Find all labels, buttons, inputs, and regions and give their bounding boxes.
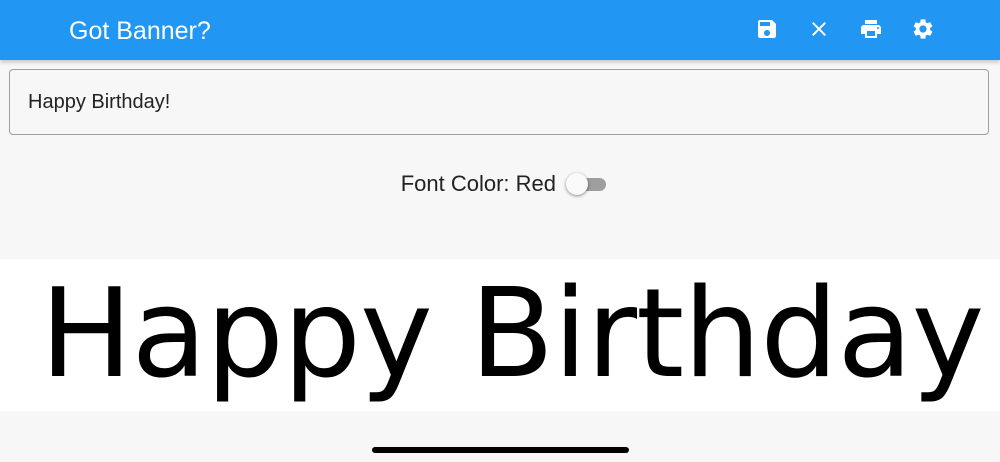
- print-icon: [861, 20, 881, 38]
- close-icon: [812, 22, 826, 36]
- save-button[interactable]: [754, 16, 780, 42]
- font-color-label: Font Color: Red: [400, 171, 556, 196]
- settings-icon: [913, 19, 933, 39]
- home-indicator[interactable]: [372, 447, 629, 453]
- app-title: Got Banner?: [69, 17, 211, 45]
- switch-thumb: [566, 173, 588, 195]
- app-screen: Got Banner? Font Color: Red: [0, 0, 1000, 462]
- banner-preview-text: Happy Birthday!: [40, 263, 1000, 406]
- banner-text-input[interactable]: [28, 70, 968, 134]
- banner-text-field: [9, 69, 989, 135]
- app-bar: Got Banner?: [0, 0, 1000, 60]
- print-button[interactable]: [858, 16, 884, 42]
- font-color-switch[interactable]: [566, 173, 606, 195]
- clear-button[interactable]: [806, 16, 832, 42]
- settings-button[interactable]: [910, 16, 936, 42]
- banner-preview: Happy Birthday!: [0, 259, 1000, 411]
- save-icon: [758, 20, 776, 38]
- font-color-row: Font Color: Red: [0, 168, 1000, 200]
